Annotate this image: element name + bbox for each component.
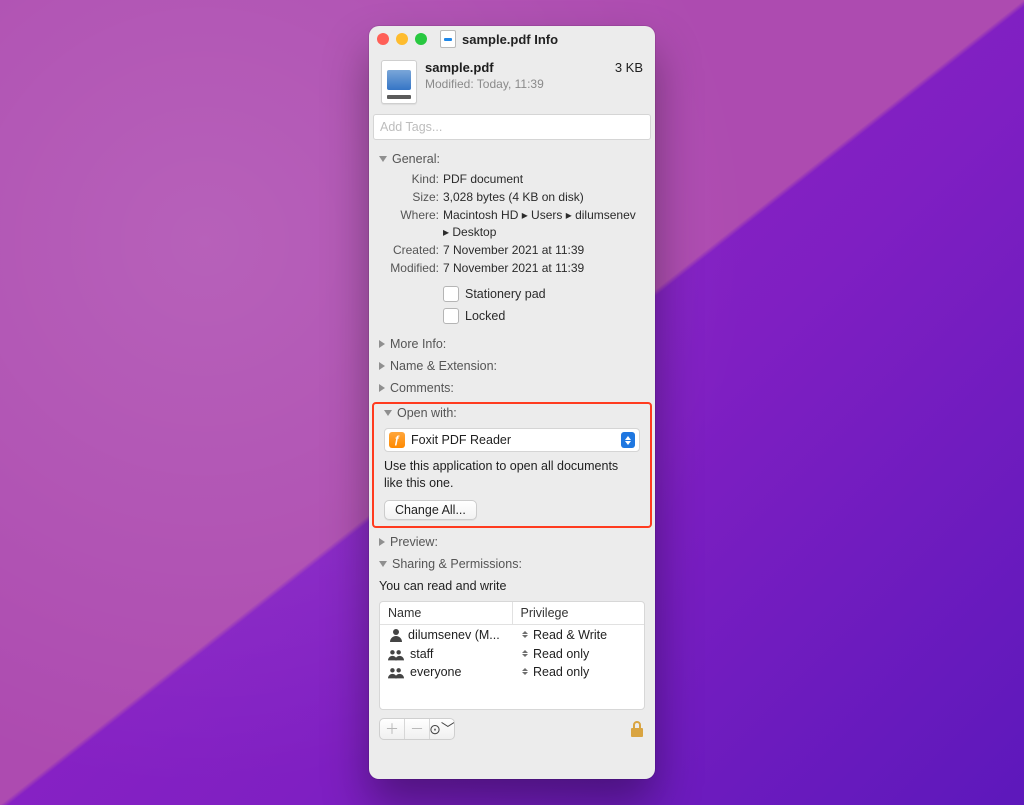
open-with-highlight: Open with: ƒ Foxit PDF Reader Use this a…: [372, 402, 652, 528]
add-user-button[interactable]: ＋: [380, 719, 405, 739]
section-general[interactable]: General:: [369, 148, 655, 170]
file-thumbnail-icon: [381, 60, 417, 104]
desktop-background: sample.pdf Info sample.pdf Modified: Tod…: [0, 0, 1024, 805]
section-sharing[interactable]: Sharing & Permissions:: [369, 553, 655, 575]
select-stepper-icon: [621, 432, 635, 448]
chevron-down-icon: [379, 156, 387, 162]
sharing-note: You can read and write: [369, 575, 655, 601]
section-open-with[interactable]: Open with:: [374, 404, 650, 424]
locked-checkbox[interactable]: Locked: [369, 305, 655, 327]
user-icon: [388, 627, 404, 643]
file-size-short: 3 KB: [615, 60, 643, 75]
remove-user-button[interactable]: －: [405, 719, 430, 739]
chevron-down-icon: [379, 561, 387, 567]
file-name: sample.pdf: [425, 60, 615, 75]
document-icon: [440, 30, 456, 48]
section-preview[interactable]: Preview:: [369, 531, 655, 553]
action-menu-button[interactable]: ⊙﹀: [430, 719, 454, 739]
col-name[interactable]: Name: [380, 602, 513, 624]
stepper-icon[interactable]: [520, 631, 530, 638]
zoom-icon[interactable]: [415, 33, 427, 45]
chevron-right-icon: [379, 362, 385, 370]
perm-row[interactable]: staff Read only: [380, 645, 644, 663]
perm-row[interactable]: dilumsenev (M... Read & Write: [380, 625, 644, 645]
tags-field-wrap: [373, 114, 651, 140]
general-where: Macintosh HD ▸ Users ▸ dilumsenev ▸ Desk…: [443, 207, 645, 239]
minimize-icon[interactable]: [396, 33, 408, 45]
chevron-down-icon: [384, 410, 392, 416]
chevron-right-icon: [379, 384, 385, 392]
checkbox-icon: [443, 286, 459, 302]
section-name-extension[interactable]: Name & Extension:: [369, 355, 655, 377]
perm-row[interactable]: everyone Read only: [380, 663, 644, 681]
chevron-right-icon: [379, 538, 385, 546]
section-more-info[interactable]: More Info:: [369, 333, 655, 355]
general-kind: PDF document: [443, 171, 645, 187]
permissions-table: Name Privilege dilumsenev (M... Read & W…: [379, 601, 645, 710]
col-privilege[interactable]: Privilege: [513, 602, 645, 624]
general-modified: 7 November 2021 at 11:39: [443, 260, 645, 276]
open-with-app: Foxit PDF Reader: [411, 433, 621, 447]
tags-input[interactable]: [373, 114, 651, 140]
foxit-app-icon: ƒ: [389, 432, 405, 448]
open-with-select[interactable]: ƒ Foxit PDF Reader: [384, 428, 640, 452]
close-icon[interactable]: [377, 33, 389, 45]
section-comments[interactable]: Comments:: [369, 377, 655, 399]
group-icon: [388, 647, 406, 661]
stepper-icon[interactable]: [520, 668, 530, 675]
change-all-button[interactable]: Change All...: [384, 500, 477, 520]
general-size: 3,028 bytes (4 KB on disk): [443, 189, 645, 205]
general-created: 7 November 2021 at 11:39: [443, 242, 645, 258]
section-label: General:: [392, 152, 440, 166]
window-title: sample.pdf Info: [462, 32, 558, 47]
permissions-toolbar: ＋ － ⊙﹀: [379, 718, 645, 740]
info-window: sample.pdf Info sample.pdf Modified: Tod…: [369, 26, 655, 779]
group-icon: [388, 665, 406, 679]
open-with-hint: Use this application to open all documen…: [374, 456, 650, 494]
file-modified: Modified: Today, 11:39: [425, 77, 615, 91]
file-header: sample.pdf Modified: Today, 11:39 3 KB: [369, 52, 655, 114]
checkbox-icon: [443, 308, 459, 324]
stationery-pad-checkbox[interactable]: Stationery pad: [369, 283, 655, 305]
chevron-right-icon: [379, 340, 385, 348]
stepper-icon[interactable]: [520, 650, 530, 657]
lock-icon[interactable]: [629, 720, 645, 738]
titlebar: sample.pdf Info: [369, 26, 655, 52]
